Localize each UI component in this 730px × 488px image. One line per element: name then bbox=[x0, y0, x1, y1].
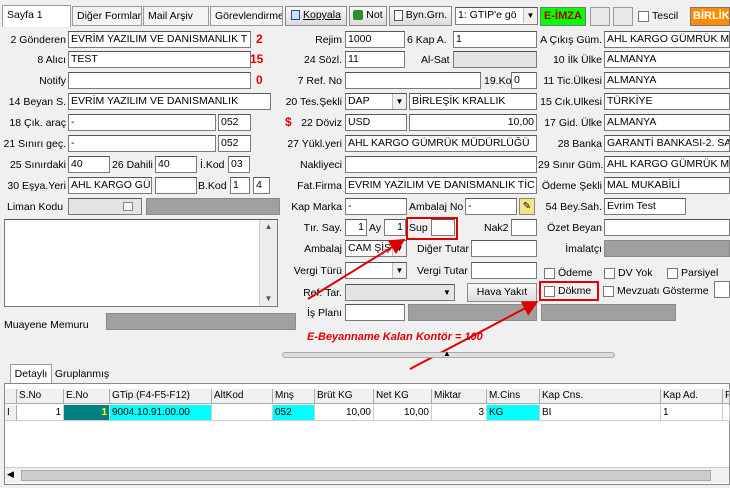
scroll-thumb[interactable] bbox=[21, 470, 711, 481]
col-net-kg[interactable]: Net KG bbox=[374, 389, 432, 404]
cell-kap-ad[interactable]: 1 bbox=[661, 405, 723, 421]
cell-net-kg[interactable]: 10,00 bbox=[374, 405, 432, 421]
arrow-to-dokme bbox=[409, 301, 539, 370]
cell-miktar[interactable]: 3 bbox=[432, 405, 487, 421]
col-brut-kg[interactable]: Brüt KG bbox=[315, 389, 374, 404]
col-eno[interactable]: E.No bbox=[64, 389, 110, 404]
grid-hscrollbar[interactable]: ◀ bbox=[5, 467, 729, 483]
col-kap-cns[interactable]: Kap Cns. bbox=[540, 389, 661, 404]
tab-gruplanmis[interactable]: Gruplanmış bbox=[53, 366, 111, 383]
col-f[interactable]: F bbox=[723, 389, 730, 404]
cell-eno[interactable]: 1 bbox=[64, 405, 110, 421]
cell-mcins[interactable]: KG bbox=[487, 405, 540, 421]
col-sno[interactable]: S.No bbox=[17, 389, 64, 404]
cell-f[interactable] bbox=[723, 405, 730, 421]
col-kap-ad[interactable]: Kap Ad. bbox=[661, 389, 723, 404]
col-mns[interactable]: Mnş bbox=[273, 389, 315, 404]
cell-sno[interactable]: 1 bbox=[17, 405, 64, 421]
cell-gtip[interactable]: 9004.10.91.00.00 bbox=[110, 405, 212, 421]
cell-mns[interactable]: 052 bbox=[273, 405, 315, 421]
col-miktar[interactable]: Miktar bbox=[432, 389, 487, 404]
row-marker[interactable]: I bbox=[5, 405, 17, 421]
splitter-handle[interactable]: ▲ bbox=[282, 349, 615, 358]
col-altkod[interactable]: AltKod bbox=[212, 389, 273, 404]
scroll-left-icon[interactable]: ◀ bbox=[7, 469, 14, 480]
chevron-up-icon: ▲ bbox=[443, 349, 451, 358]
col-gtip[interactable]: GTip (F4-F5-F12) bbox=[110, 389, 212, 404]
arrow-to-sup bbox=[307, 238, 406, 300]
cell-brut-kg[interactable]: 10,00 bbox=[315, 405, 374, 421]
col-mcins[interactable]: M.Cins bbox=[487, 389, 540, 404]
cell-altkod[interactable] bbox=[212, 405, 273, 421]
cell-kap-cns[interactable]: BI bbox=[540, 405, 661, 421]
tab-detayli[interactable]: Detaylı bbox=[10, 364, 52, 383]
grid-corner bbox=[5, 389, 17, 404]
